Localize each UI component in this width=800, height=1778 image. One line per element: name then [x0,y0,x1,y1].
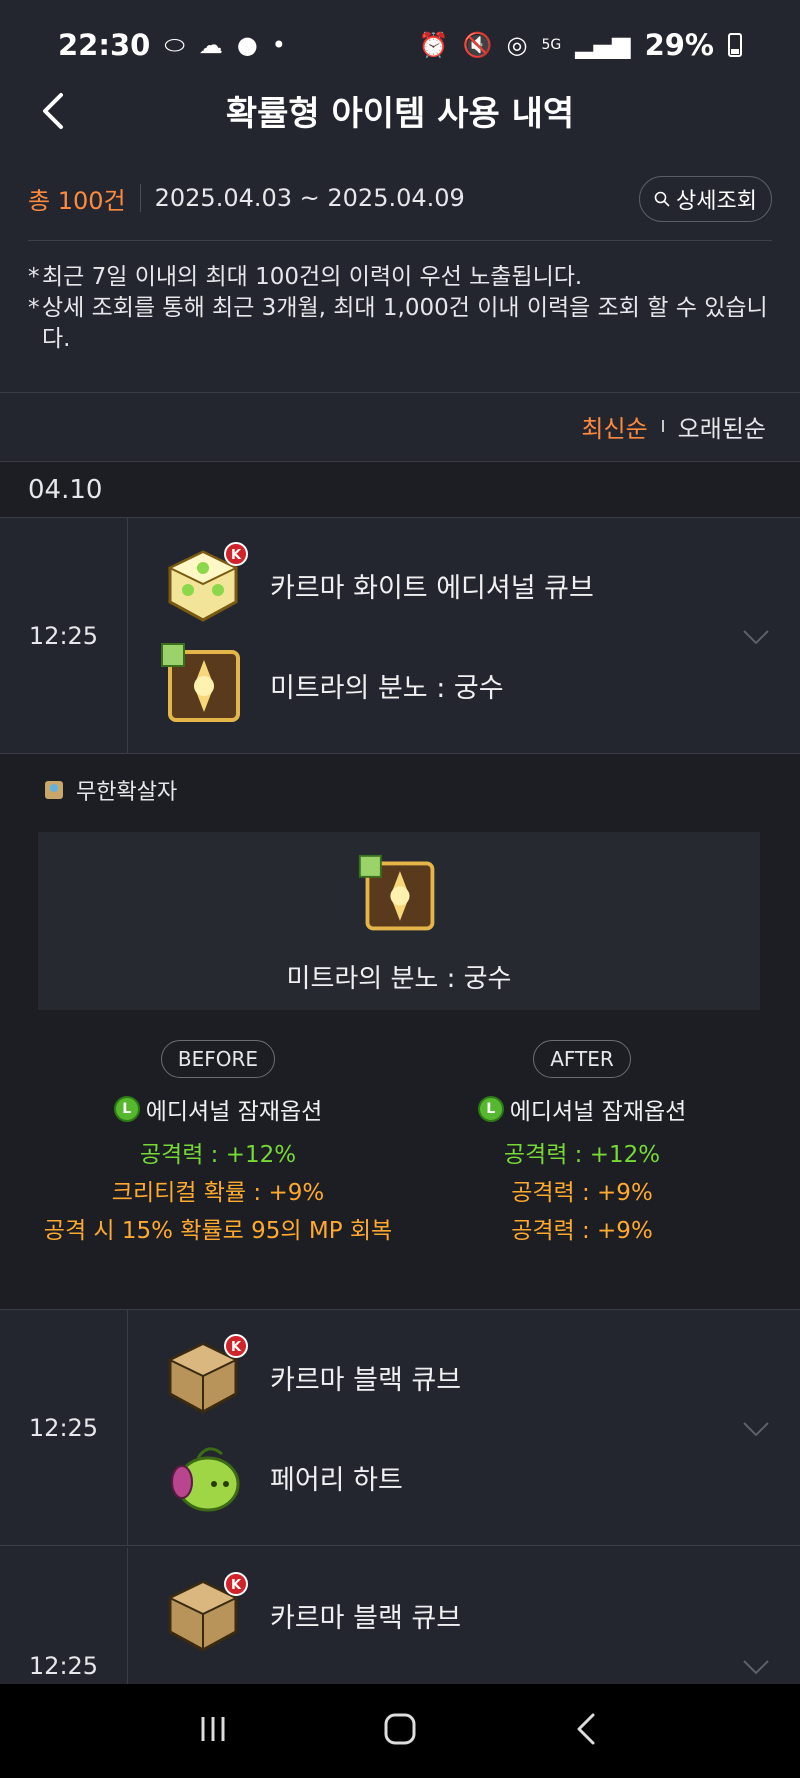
status-time: 22:30 [58,28,151,62]
detail-search-button[interactable]: 상세조회 [639,176,772,222]
signal-icon: ▂▄▆ [575,31,631,59]
entry-item: K 카르마 화이트 에디셔널 큐브 [158,540,594,630]
home-icon [384,1713,416,1745]
page-title: 확률형 아이템 사용 내역 [225,93,575,134]
recent-apps-button[interactable] [193,1709,233,1753]
option-line: 공격력 : +12% [139,1142,297,1168]
divider [661,420,664,432]
character-row: 무한확살자 [42,774,177,806]
sort-toggle: 최신순 오래된순 [581,406,766,446]
mitra-emblem-icon [161,643,240,722]
reddit-icon: ● [236,31,258,59]
back-button[interactable] [30,88,76,134]
legendary-badge-icon: L [113,1096,140,1122]
black-cube-icon: K [167,1334,248,1414]
recent-apps-icon [201,1717,225,1741]
entry-item: K 카르마 블랙 큐브 [158,1570,461,1660]
battery-percent: 29% [644,28,714,62]
detail-item-card: 미트라의 분노 : 궁수 [38,832,760,1010]
sort-oldest-button[interactable]: 오래된순 [678,409,766,444]
option-line: 공격력 : +12% [503,1142,661,1168]
entry-detail-panel: 무한확살자 미트라의 분노 : 궁수 BEFORE L 에디셔널 잠재옵션 공격… [0,754,800,1310]
date-range: 2025.04.03 ~ 2025.04.09 [154,184,465,212]
battery-icon [728,33,742,57]
total-count: 총 100건 [28,186,126,215]
character-name: 무한확살자 [76,780,178,805]
cloud-icon: ☁ [198,31,223,59]
search-icon [654,191,670,207]
option-list: 공격력 : +12% 크리티컬 확률 : +9% 공격 시 15% 확률로 95… [38,1136,398,1246]
summary-bar: 총 100건 2025.04.03 ~ 2025.04.09 상세조회 [28,172,772,224]
white-additional-cube-icon: K [167,542,248,622]
svg-text:K: K [231,548,242,563]
divider [139,184,141,212]
alarm-icon: ⏰ [418,31,449,59]
option-line: 공격력 : +9% [511,1218,653,1244]
entry-item-name: 카르마 블랙 큐브 [270,1602,462,1634]
option-line: 크리티컬 확률 : +9% [111,1180,325,1206]
notice-item: * 최근 7일 이내의 최대 100건의 이력이 우선 노출됩니다. [28,264,583,290]
entry-item-name: 미트라의 분노 : 궁수 [270,672,504,704]
system-nav-bar [0,1684,800,1778]
before-label: BEFORE [160,1040,276,1078]
detail-search-label: 상세조회 [676,189,757,214]
entry-item-name: 카르마 블랙 큐브 [270,1364,462,1396]
option-title: L 에디셔널 잠재옵션 [38,1092,398,1126]
legendary-badge-icon: L [477,1096,504,1122]
after-column: AFTER L 에디셔널 잠재옵션 공격력 : +12% 공격력 : +9% 공… [402,1040,762,1250]
svg-text:K: K [231,1578,242,1593]
chevron-left-icon [43,93,63,129]
divider [28,240,772,241]
entry-item: 미트라의 분노 : 궁수 [158,640,504,730]
chevron-down-icon [743,1422,769,1437]
entry-item-name: 페어리 하트 [270,1464,403,1496]
history-entry[interactable]: 12:25 K 카르마 블랙 큐브 페어리 하트 [0,1310,800,1546]
sort-newest-button[interactable]: 최신순 [581,409,647,444]
black-cube-icon: K [167,1572,248,1652]
option-list: 공격력 : +12% 공격력 : +9% 공격력 : +9% [402,1136,762,1250]
back-icon [577,1713,595,1745]
divider [0,392,800,393]
date-group-header: 04.10 [0,461,800,518]
mute-icon: 🔇 [462,31,493,59]
entry-time: 12:25 [0,1310,128,1545]
5g-icon: 5G [541,37,562,53]
fairy-heart-icon [171,1447,240,1512]
after-label: AFTER [533,1040,631,1078]
chevron-down-icon [743,630,769,645]
entry-time: 12:25 [0,518,128,753]
notice-list: * 최근 7일 이내의 최대 100건의 이력이 우선 노출됩니다. * 상세 조회… [28,262,780,355]
option-line: 공격 시 15% 확률로 95의 MP 회복 [43,1218,393,1244]
character-icon [45,781,63,799]
notice-item: * 상세 조회를 통해 최근 3개월, 최대 1,000건 이내 이력을 조회 할… [28,295,768,352]
app-header: 확률형 아이템 사용 내역 [0,70,800,150]
detail-item-name: 미트라의 분노 : 궁수 [286,964,512,994]
home-button[interactable] [380,1709,420,1753]
hotspot-icon: ◎ [506,31,528,59]
entry-item-name: 카르마 화이트 에디셔널 큐브 [270,572,594,604]
nav-back-button[interactable] [567,1709,607,1753]
entry-item: K 카르마 블랙 큐브 [158,1332,461,1422]
pill-icon: ⬭ [164,31,185,59]
mitra-emblem-icon [358,854,435,931]
chevron-down-icon [743,1660,769,1675]
entry-item: 페어리 하트 [158,1432,403,1522]
dot-icon: • [271,31,286,59]
before-column: BEFORE L 에디셔널 잠재옵션 공격력 : +12% 크리티컬 확률 : … [38,1040,398,1246]
option-line: 공격력 : +9% [511,1180,653,1206]
svg-text:K: K [231,1340,242,1355]
history-entry[interactable]: 12:25 K 카르마 화이트 에디셔널 큐브 미트라의 분노 : 궁수 [0,518,800,754]
option-title: L 에디셔널 잠재옵션 [402,1092,762,1126]
